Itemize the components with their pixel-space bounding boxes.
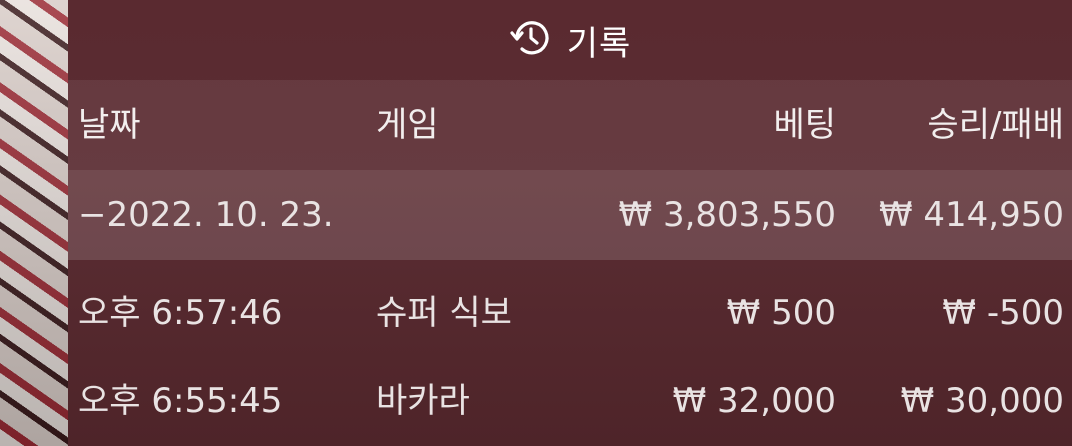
panel-header: 기록 xyxy=(68,0,1072,80)
row-time: 오후 6:55:45 xyxy=(78,381,283,421)
row-result: ₩ -500 xyxy=(942,293,1064,333)
row-result: ₩ 30,000 xyxy=(900,381,1064,421)
date-group-bet-total: ₩ 3,803,550 xyxy=(618,195,836,235)
table-header: 날짜 게임 베팅 승리/패배 xyxy=(68,80,1072,170)
history-panel: 기록 날짜 게임 베팅 승리/패배 −2022. 10. 23. ₩ 3,803… xyxy=(68,0,1072,446)
background-image xyxy=(0,0,68,446)
row-game: 슈퍼 식보 xyxy=(376,293,512,333)
column-header-bet: 베팅 xyxy=(773,105,836,145)
table-row[interactable]: 오후 6:55:45 바카라 ₩ 32,000 ₩ 30,000 xyxy=(68,356,1072,446)
table-row[interactable]: 오후 6:57:46 슈퍼 식보 ₩ 500 ₩ -500 xyxy=(68,268,1072,358)
column-header-result: 승리/패배 xyxy=(927,105,1064,145)
date-group-label: −2022. 10. 23. xyxy=(78,195,334,235)
panel-title: 기록 xyxy=(566,23,632,64)
date-group-result-total: ₩ 414,950 xyxy=(878,195,1064,235)
row-bet: ₩ 32,000 xyxy=(672,381,836,421)
column-header-date: 날짜 xyxy=(78,105,141,145)
row-time: 오후 6:57:46 xyxy=(78,293,283,333)
row-bet: ₩ 500 xyxy=(726,293,836,333)
column-header-game: 게임 xyxy=(376,105,439,145)
history-icon xyxy=(509,16,553,64)
row-game: 바카라 xyxy=(376,381,470,421)
date-group-row[interactable]: −2022. 10. 23. ₩ 3,803,550 ₩ 414,950 xyxy=(68,170,1072,260)
